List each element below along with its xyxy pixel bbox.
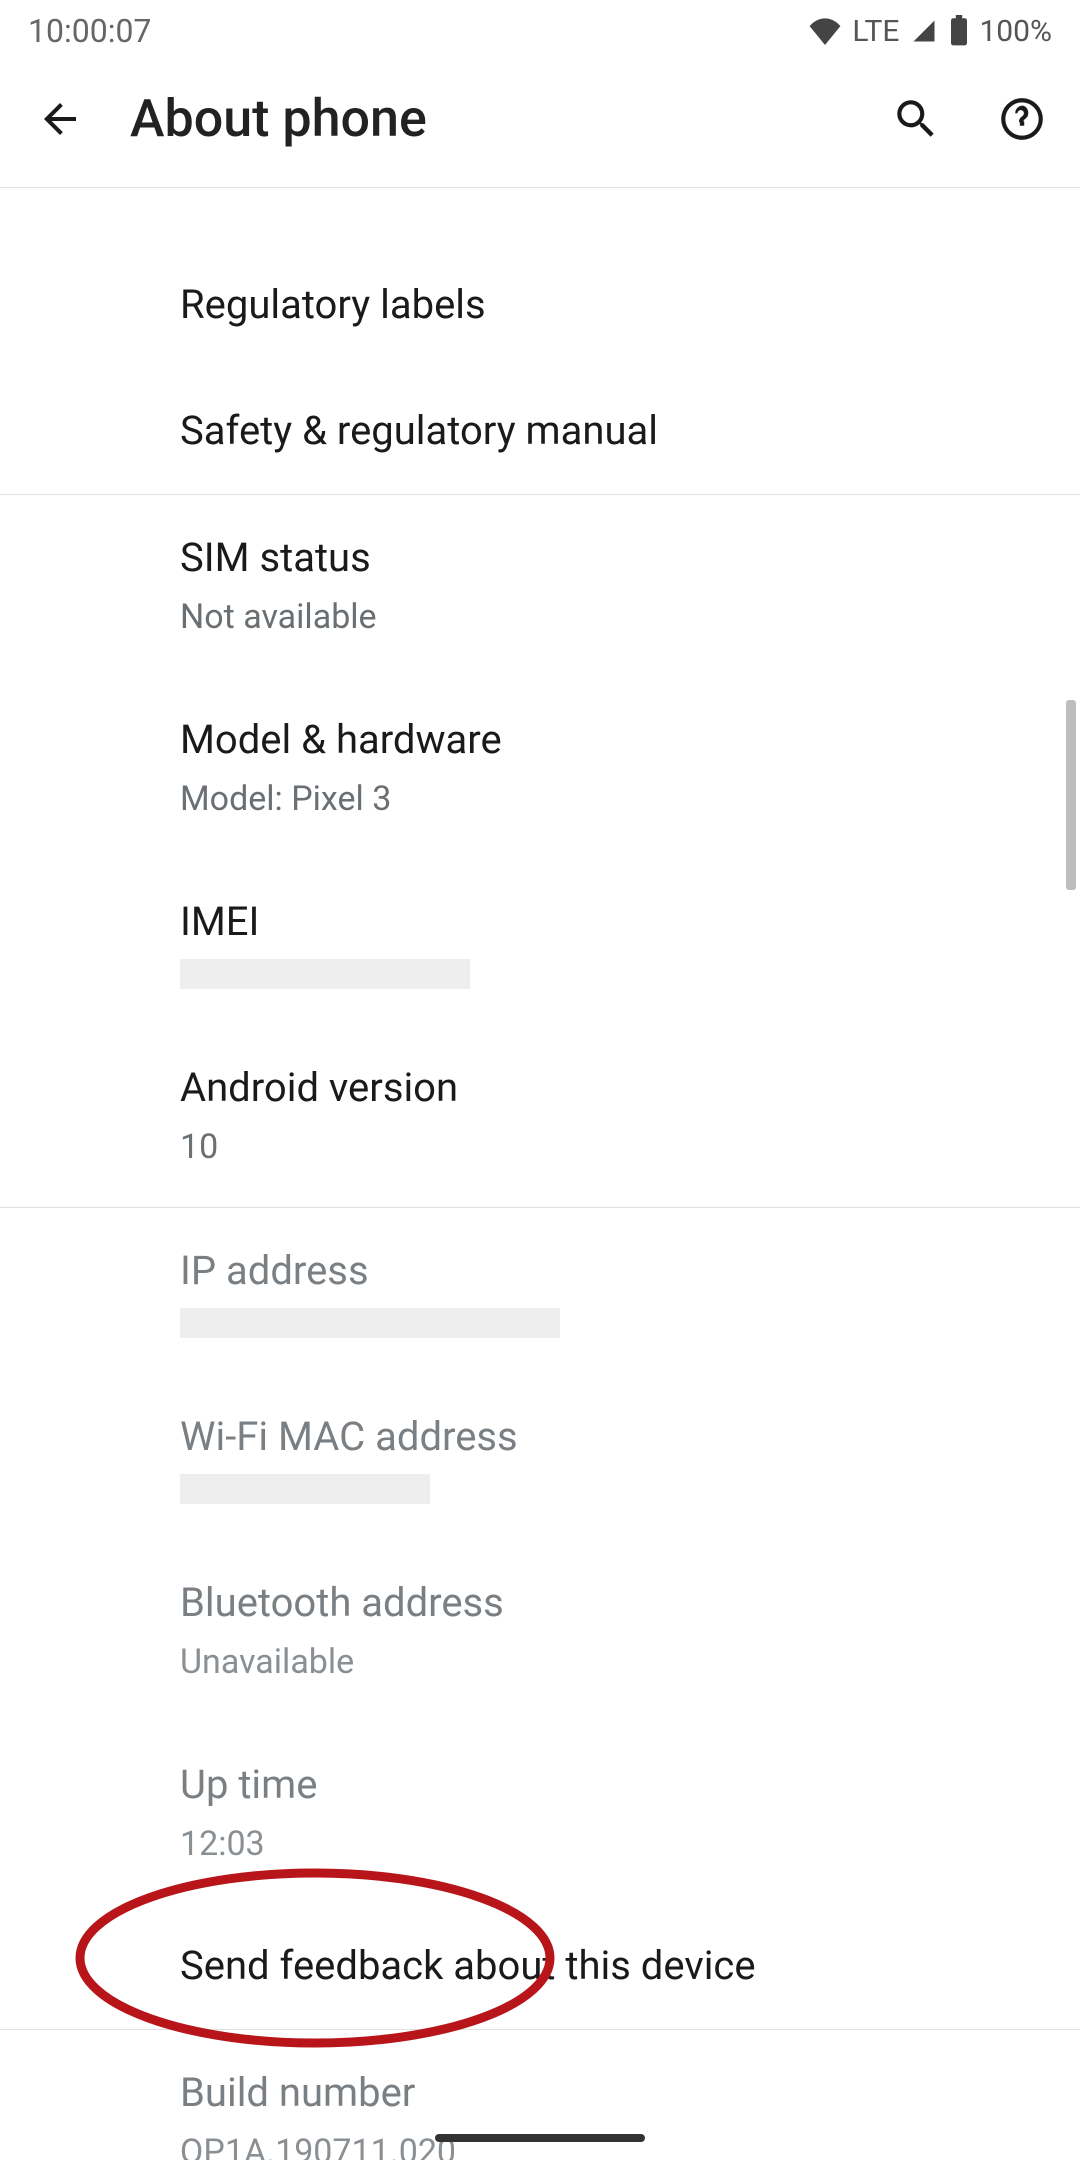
scrollbar-thumb[interactable] bbox=[1066, 700, 1076, 890]
row-title: Wi-Fi MAC address bbox=[180, 1410, 1050, 1464]
back-button[interactable] bbox=[30, 95, 90, 143]
nav-handle[interactable] bbox=[435, 2134, 645, 2142]
status-right: LTE 100% bbox=[808, 14, 1052, 49]
page-title: About phone bbox=[130, 88, 888, 149]
row-send-feedback[interactable]: Send feedback about this device bbox=[0, 1903, 1080, 2029]
redacted-value bbox=[180, 959, 470, 989]
search-icon bbox=[891, 94, 941, 144]
redacted-value bbox=[180, 1474, 430, 1504]
row-up-time[interactable]: Up time 12:03 bbox=[0, 1722, 1080, 1904]
row-subtitle bbox=[180, 1474, 1050, 1504]
row-subtitle bbox=[180, 959, 1050, 989]
row-title: Up time bbox=[180, 1758, 1050, 1812]
row-sim-status[interactable]: SIM status Not available bbox=[0, 495, 1080, 677]
row-imei[interactable]: IMEI bbox=[0, 859, 1080, 1025]
status-bar: 10:00:07 LTE 100% bbox=[0, 0, 1080, 54]
row-title: Send feedback about this device bbox=[180, 1939, 1050, 1993]
row-title: Android version bbox=[180, 1061, 1050, 1115]
row-title: Build number bbox=[180, 2066, 1050, 2120]
row-subtitle bbox=[180, 1308, 1050, 1338]
row-title: Regulatory labels bbox=[180, 278, 1050, 332]
row-subtitle: Unavailable bbox=[180, 1640, 1050, 1686]
signal-icon bbox=[909, 17, 939, 45]
status-time: 10:00:07 bbox=[28, 12, 151, 50]
battery-icon bbox=[949, 15, 969, 47]
app-bar: About phone bbox=[0, 54, 1080, 188]
network-label: LTE bbox=[852, 14, 899, 49]
row-android-version[interactable]: Android version 10 bbox=[0, 1025, 1080, 1207]
row-title: Model & hardware bbox=[180, 713, 1050, 767]
row-bluetooth-address[interactable]: Bluetooth address Unavailable bbox=[0, 1540, 1080, 1722]
arrow-left-icon bbox=[36, 95, 84, 143]
row-regulatory-labels[interactable]: Regulatory labels bbox=[0, 188, 1080, 368]
row-subtitle: Not available bbox=[180, 595, 1050, 641]
row-title: Safety & regulatory manual bbox=[180, 404, 1050, 458]
help-button[interactable] bbox=[994, 91, 1050, 147]
row-subtitle: Model: Pixel 3 bbox=[180, 777, 1050, 823]
row-model-hardware[interactable]: Model & hardware Model: Pixel 3 bbox=[0, 677, 1080, 859]
wifi-icon bbox=[808, 17, 842, 45]
row-safety-manual[interactable]: Safety & regulatory manual bbox=[0, 368, 1080, 494]
row-wifi-mac[interactable]: Wi-Fi MAC address bbox=[0, 1374, 1080, 1540]
row-subtitle: 10 bbox=[180, 1125, 1050, 1171]
row-subtitle: 12:03 bbox=[180, 1822, 1050, 1868]
battery-label: 100% bbox=[979, 14, 1052, 49]
search-button[interactable] bbox=[888, 91, 944, 147]
redacted-value bbox=[180, 1308, 560, 1338]
row-title: SIM status bbox=[180, 531, 1050, 585]
row-ip-address[interactable]: IP address bbox=[0, 1208, 1080, 1374]
row-title: Bluetooth address bbox=[180, 1576, 1050, 1630]
settings-list: Regulatory labels Safety & regulatory ma… bbox=[0, 188, 1080, 2160]
row-title: IP address bbox=[180, 1244, 1050, 1298]
help-icon bbox=[997, 94, 1047, 144]
row-title: IMEI bbox=[180, 895, 1050, 949]
